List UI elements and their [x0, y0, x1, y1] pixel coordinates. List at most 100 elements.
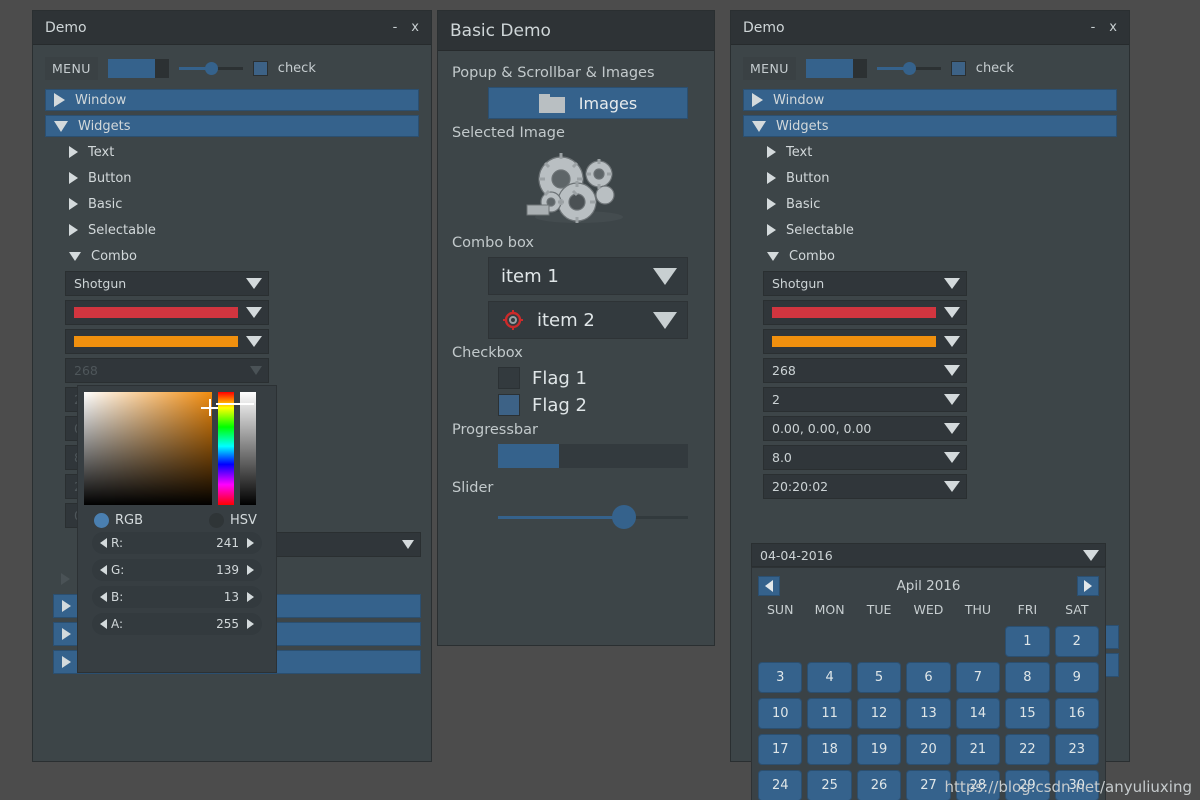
prev-month-button[interactable]: [758, 576, 780, 596]
calendar-day[interactable]: 3: [758, 662, 802, 693]
calendar-day[interactable]: 11: [807, 698, 851, 729]
tree-item-widgets[interactable]: Widgets: [743, 115, 1117, 137]
menu-button[interactable]: MENU: [45, 57, 98, 80]
tree-item-selectable[interactable]: Selectable: [743, 219, 1117, 241]
tree-item-selectable[interactable]: Selectable: [45, 219, 419, 241]
window-basic-demo[interactable]: Basic Demo Popup & Scrollbar & Images Im…: [437, 10, 715, 646]
minimize-button[interactable]: -: [1091, 20, 1096, 35]
minimize-button[interactable]: -: [393, 20, 398, 35]
tree-item-basic[interactable]: Basic: [743, 193, 1117, 215]
combo-268[interactable]: 268: [763, 358, 967, 383]
slider-main[interactable]: [498, 506, 688, 528]
property-b[interactable]: B: 13: [92, 586, 262, 608]
combo-color-red[interactable]: [65, 300, 269, 325]
calendar-day[interactable]: 10: [758, 698, 802, 729]
increment-icon[interactable]: [247, 538, 254, 548]
calendar-day[interactable]: 9: [1055, 662, 1099, 693]
calendar-day[interactable]: 14: [956, 698, 1000, 729]
combo-2[interactable]: 2: [763, 387, 967, 412]
combo-date[interactable]: 04-04-2016: [751, 543, 1106, 567]
combo-color-orange[interactable]: [65, 329, 269, 354]
progress-bar[interactable]: [806, 59, 867, 78]
slider[interactable]: [179, 59, 243, 78]
property-r[interactable]: R: 241: [92, 532, 262, 554]
combo-scale[interactable]: 8.0: [763, 445, 967, 470]
property-a[interactable]: A: 255: [92, 613, 262, 635]
increment-icon[interactable]: [247, 592, 254, 602]
calendar-day[interactable]: 20: [906, 734, 950, 765]
calendar-day[interactable]: 4: [807, 662, 851, 693]
combo-color-red[interactable]: [763, 300, 967, 325]
titlebar-left[interactable]: Demo - x: [33, 11, 431, 45]
next-month-button[interactable]: [1077, 576, 1099, 596]
calendar-day[interactable]: 5: [857, 662, 901, 693]
checkbox-row-flag2[interactable]: Flag 2: [498, 394, 702, 416]
tree-item-window[interactable]: Window: [45, 89, 419, 111]
decrement-icon[interactable]: [100, 565, 107, 575]
window-demo-right[interactable]: Demo - x MENU check Window: [730, 10, 1130, 762]
tree-item-text[interactable]: Text: [45, 141, 419, 163]
saturation-value-area[interactable]: [84, 392, 212, 505]
calendar-day[interactable]: 22: [1005, 734, 1049, 765]
titlebar-middle[interactable]: Basic Demo: [438, 11, 714, 51]
decrement-icon[interactable]: [100, 619, 107, 629]
slider-knob[interactable]: [903, 62, 916, 75]
combo-shotgun[interactable]: Shotgun: [65, 271, 269, 296]
slider[interactable]: [877, 59, 941, 78]
decrement-icon[interactable]: [100, 592, 107, 602]
tree-item-button[interactable]: Button: [743, 167, 1117, 189]
calendar-day[interactable]: 24: [758, 770, 802, 800]
increment-icon[interactable]: [247, 619, 254, 629]
combo-shotgun[interactable]: Shotgun: [763, 271, 967, 296]
calendar-day[interactable]: 1: [1005, 626, 1049, 657]
close-button[interactable]: x: [411, 20, 419, 35]
calendar-day[interactable]: 2: [1055, 626, 1099, 657]
calendar-day[interactable]: 8: [1005, 662, 1049, 693]
calendar-day[interactable]: 16: [1055, 698, 1099, 729]
checkbox-row-flag1[interactable]: Flag 1: [498, 367, 702, 389]
combo-partial-right[interactable]: [265, 532, 421, 557]
check-checkbox[interactable]: [253, 61, 268, 76]
flag2-checkbox[interactable]: [498, 394, 520, 416]
progress-bar-main[interactable]: [498, 444, 688, 468]
calendar-day[interactable]: 18: [807, 734, 851, 765]
calendar-day[interactable]: 7: [956, 662, 1000, 693]
slider-knob[interactable]: [612, 505, 636, 529]
calendar-day[interactable]: 21: [956, 734, 1000, 765]
hue-slider[interactable]: [218, 392, 234, 505]
combo-item2[interactable]: item 2: [488, 301, 688, 339]
tree-item-combo[interactable]: Combo: [45, 245, 419, 267]
progress-bar[interactable]: [108, 59, 169, 78]
tree-item-window[interactable]: Window: [743, 89, 1117, 111]
increment-icon[interactable]: [247, 565, 254, 575]
decrement-icon[interactable]: [100, 538, 107, 548]
color-picker-popup[interactable]: RGB HSV R: 241 G: 139: [77, 385, 277, 673]
close-button[interactable]: x: [1109, 20, 1117, 35]
calendar-popup[interactable]: Apil 2016 SUNMONTUEWEDTHUFRISAT123456789…: [751, 567, 1106, 800]
combo-hidden-268[interactable]: 268: [65, 358, 269, 383]
calendar-day[interactable]: 12: [857, 698, 901, 729]
tree-item-button[interactable]: Button: [45, 167, 419, 189]
tree-item-combo[interactable]: Combo: [743, 245, 1117, 267]
menu-button[interactable]: MENU: [743, 57, 796, 80]
calendar-day[interactable]: 15: [1005, 698, 1049, 729]
calendar-day[interactable]: 13: [906, 698, 950, 729]
slider-knob[interactable]: [205, 62, 218, 75]
flag1-checkbox[interactable]: [498, 367, 520, 389]
value-slider[interactable]: [240, 392, 256, 505]
calendar-day[interactable]: 25: [807, 770, 851, 800]
calendar-day[interactable]: 6: [906, 662, 950, 693]
check-checkbox[interactable]: [951, 61, 966, 76]
combo-item1[interactable]: item 1: [488, 257, 688, 295]
calendar-day[interactable]: 23: [1055, 734, 1099, 765]
tree-item-widgets[interactable]: Widgets: [45, 115, 419, 137]
tree-item-text[interactable]: Text: [743, 141, 1117, 163]
combo-color-orange[interactable]: [763, 329, 967, 354]
radio-hsv[interactable]: [209, 513, 224, 528]
property-g[interactable]: G: 139: [92, 559, 262, 581]
images-button[interactable]: Images: [488, 87, 688, 119]
radio-rgb[interactable]: [94, 513, 109, 528]
combo-time[interactable]: 20:20:02: [763, 474, 967, 499]
tree-item-basic[interactable]: Basic: [45, 193, 419, 215]
calendar-day[interactable]: 17: [758, 734, 802, 765]
